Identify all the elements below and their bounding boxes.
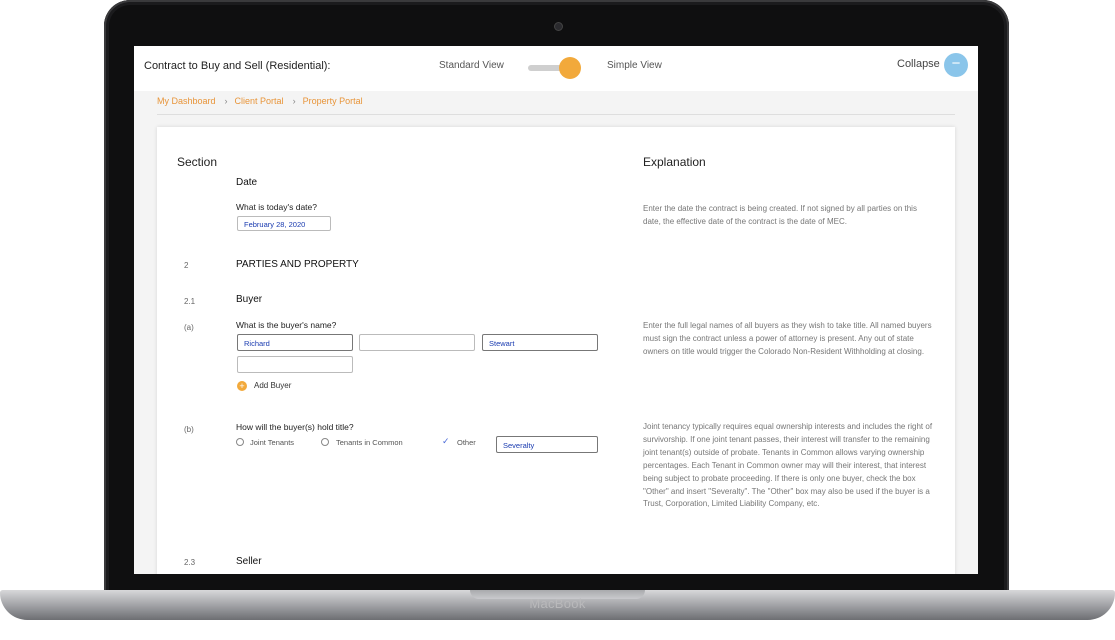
section-number: 2.3	[184, 558, 196, 567]
section-column-header: Section	[177, 155, 218, 169]
joint-tenants-label: Joint Tenants	[250, 438, 295, 447]
tenants-in-common-radio[interactable]	[321, 438, 329, 446]
buyer-extra-name-input[interactable]	[237, 356, 353, 373]
device-label: MacBook	[529, 596, 586, 611]
section-number: 2.1	[184, 297, 196, 306]
top-bar: Contract to Buy and Sell (Residential): …	[134, 46, 978, 91]
collapse-button[interactable]: −	[944, 53, 968, 77]
standard-view-label[interactable]: Standard View	[439, 60, 504, 71]
buyer-heading: Buyer	[236, 294, 263, 305]
date-input[interactable]: February 28, 2020	[237, 216, 331, 231]
tenants-in-common-label: Tenants in Common	[336, 438, 403, 447]
seller-heading: Seller	[236, 556, 262, 567]
breadcrumb-dashboard[interactable]: My Dashboard	[157, 96, 216, 106]
title-explanation: Joint tenancy typically requires equal o…	[643, 422, 933, 509]
item-letter: (b)	[184, 425, 194, 434]
date-question: What is today's date?	[236, 202, 317, 212]
breadcrumb-separator: ›	[224, 96, 228, 106]
view-toggle-knob[interactable]	[559, 57, 581, 79]
add-buyer-icon[interactable]: +	[237, 381, 247, 391]
buyer-first-name-input[interactable]: Richard	[237, 334, 353, 351]
date-heading: Date	[236, 177, 258, 188]
other-label: Other	[457, 438, 476, 447]
other-check-icon[interactable]: ✓	[442, 436, 450, 447]
buyer-name-question: What is the buyer's name?	[236, 320, 337, 330]
section-number: 2	[184, 261, 189, 270]
buyer-name-explanation: Enter the full legal names of all buyers…	[643, 321, 932, 356]
item-letter: (a)	[184, 323, 194, 332]
date-explanation: Enter the date the contract is being cre…	[643, 204, 917, 226]
joint-tenants-radio[interactable]	[236, 438, 244, 446]
divider	[157, 114, 955, 115]
explanation-column-header: Explanation	[643, 155, 706, 169]
breadcrumb-client-portal[interactable]: Client Portal	[235, 96, 284, 106]
app-screen: Contract to Buy and Sell (Residential): …	[134, 46, 978, 574]
buyer-last-name-input[interactable]: Stewart	[482, 334, 598, 351]
other-title-input[interactable]: Severalty	[496, 436, 598, 453]
document-title: Contract to Buy and Sell (Residential):	[144, 60, 331, 72]
simple-view-label[interactable]: Simple View	[607, 60, 662, 71]
breadcrumb-separator: ›	[292, 96, 296, 106]
breadcrumb-property-portal[interactable]: Property Portal	[303, 96, 363, 106]
title-question: How will the buyer(s) hold title?	[236, 422, 354, 432]
buyer-middle-name-input[interactable]	[359, 334, 475, 351]
add-buyer-button[interactable]: Add Buyer	[254, 381, 291, 390]
collapse-label[interactable]: Collapse	[897, 58, 940, 70]
contract-card: Section Explanation Date What is today's…	[157, 127, 955, 574]
breadcrumb: My Dashboard › Client Portal › Property Port…	[157, 96, 363, 106]
parties-heading: PARTIES AND PROPERTY	[236, 259, 359, 270]
camera	[554, 22, 563, 31]
